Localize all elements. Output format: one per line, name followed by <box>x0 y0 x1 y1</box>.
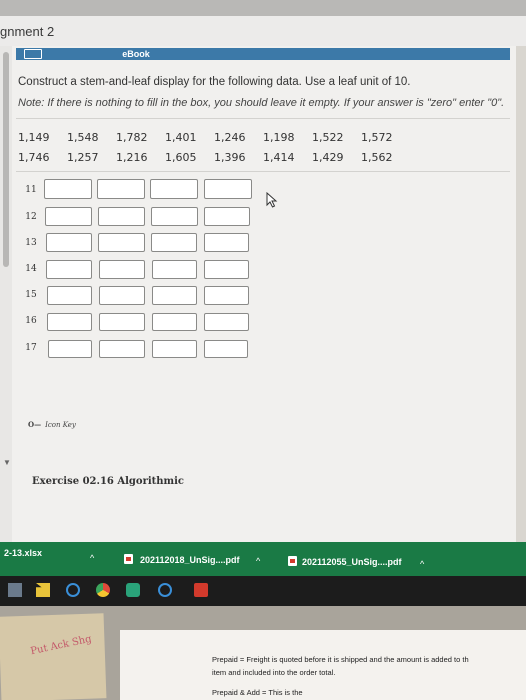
leaf-input[interactable] <box>152 260 197 279</box>
stem-label: 12 <box>25 212 37 222</box>
data-value: 1,149 <box>18 131 50 144</box>
download-item-pdf-1[interactable]: 202112018_UnSig....pdf <box>140 555 240 565</box>
data-value: 1,396 <box>214 151 246 164</box>
leaf-input[interactable] <box>151 233 197 252</box>
icon-key[interactable]: O— Icon Key <box>28 420 76 429</box>
stem-label: 13 <box>25 238 37 248</box>
leaf-input[interactable] <box>150 179 198 199</box>
leaf-input[interactable] <box>44 179 92 199</box>
acrobat-icon[interactable] <box>194 583 208 597</box>
scrollbar-thumb[interactable] <box>3 52 9 267</box>
leaf-input[interactable] <box>99 286 145 305</box>
leaf-input[interactable] <box>98 207 145 226</box>
ebook-label[interactable]: eBook <box>96 48 176 60</box>
leaf-input[interactable] <box>98 233 145 252</box>
taskbar-app-icon[interactable] <box>8 583 22 597</box>
data-value: 1,572 <box>361 131 393 144</box>
leaf-input[interactable] <box>152 340 197 358</box>
leaf-input[interactable] <box>204 260 249 279</box>
pdf-icon <box>124 554 133 564</box>
paper-line: Prepaid = Freight is quoted before it is… <box>212 655 469 664</box>
divider <box>16 171 510 172</box>
leaf-input[interactable] <box>204 313 249 331</box>
leaf-input[interactable] <box>204 207 250 226</box>
assignment-title: gnment 2 <box>0 24 55 39</box>
paper-line: Prepaid & Add = This is the <box>212 688 303 697</box>
mouse-cursor-icon <box>266 192 278 208</box>
ebook-bar <box>16 48 510 60</box>
exercise-label: Exercise 02.16 Algorithmic <box>32 476 185 487</box>
icon-key-label: Icon Key <box>45 421 76 429</box>
leaf-input[interactable] <box>46 233 92 252</box>
leaf-input[interactable] <box>46 260 92 279</box>
data-value: 1,401 <box>165 131 197 144</box>
chevron-up-icon[interactable]: ^ <box>420 559 424 569</box>
printed-paper <box>120 630 526 700</box>
data-value: 1,257 <box>67 151 99 164</box>
pdf-icon <box>288 556 297 566</box>
data-value: 1,522 <box>312 131 344 144</box>
data-value: 1,782 <box>116 131 148 144</box>
title-area <box>0 16 526 46</box>
leaf-input[interactable] <box>152 286 197 305</box>
leaf-input[interactable] <box>97 179 145 199</box>
note-text: Note: If there is nothing to fill in the… <box>18 97 505 109</box>
download-item-pdf-2[interactable]: 202112055_UnSig....pdf <box>302 557 402 567</box>
download-bar <box>0 542 526 576</box>
leaf-input[interactable] <box>45 207 92 226</box>
stem-label: 17 <box>25 343 37 353</box>
paper-line: item and included into the order total. <box>212 668 336 677</box>
question-text: Construct a stem-and-leaf display for th… <box>18 76 411 88</box>
data-value: 1,246 <box>214 131 246 144</box>
data-value: 1,414 <box>263 151 295 164</box>
leaf-input[interactable] <box>47 286 92 305</box>
data-row-2: 1,746 1,257 1,216 1,605 1,396 1,414 1,429 1,562 <box>18 151 410 164</box>
edge-icon[interactable] <box>66 583 80 597</box>
leaf-input[interactable] <box>48 340 92 358</box>
leaf-input[interactable] <box>47 313 92 331</box>
stem-label: 16 <box>25 316 37 326</box>
data-value: 1,746 <box>18 151 50 164</box>
data-value: 1,198 <box>263 131 295 144</box>
key-icon: O— <box>28 420 42 429</box>
data-row-1: 1,149 1,548 1,782 1,401 1,246 1,198 1,522 1,572 <box>18 131 410 144</box>
chevron-up-icon[interactable]: ^ <box>90 553 94 563</box>
chevron-up-icon[interactable]: ^ <box>256 556 260 566</box>
book-icon <box>24 49 42 59</box>
data-value: 1,562 <box>361 151 393 164</box>
data-value: 1,548 <box>67 131 99 144</box>
app-icon[interactable] <box>126 583 140 597</box>
divider <box>16 118 510 119</box>
leaf-input[interactable] <box>99 313 145 331</box>
scroll-down-icon[interactable]: ▼ <box>3 458 11 467</box>
leaf-input[interactable] <box>204 340 248 358</box>
chrome-icon[interactable] <box>96 583 110 597</box>
data-value: 1,429 <box>312 151 344 164</box>
data-value: 1,216 <box>116 151 148 164</box>
edge-icon[interactable] <box>158 583 172 597</box>
download-item-xlsx[interactable]: 2-13.xlsx <box>4 548 42 558</box>
stem-label: 15 <box>25 290 37 300</box>
leaf-input[interactable] <box>204 233 249 252</box>
leaf-input[interactable] <box>99 260 145 279</box>
stem-label: 14 <box>25 264 37 274</box>
top-strip <box>0 0 526 16</box>
sticky-note <box>0 613 107 700</box>
leaf-input[interactable] <box>151 207 198 226</box>
leaf-input[interactable] <box>99 340 145 358</box>
leaf-input[interactable] <box>152 313 197 331</box>
data-value: 1,605 <box>165 151 197 164</box>
stem-label: 11 <box>25 185 37 195</box>
leaf-input[interactable] <box>204 179 252 199</box>
leaf-input[interactable] <box>204 286 249 305</box>
